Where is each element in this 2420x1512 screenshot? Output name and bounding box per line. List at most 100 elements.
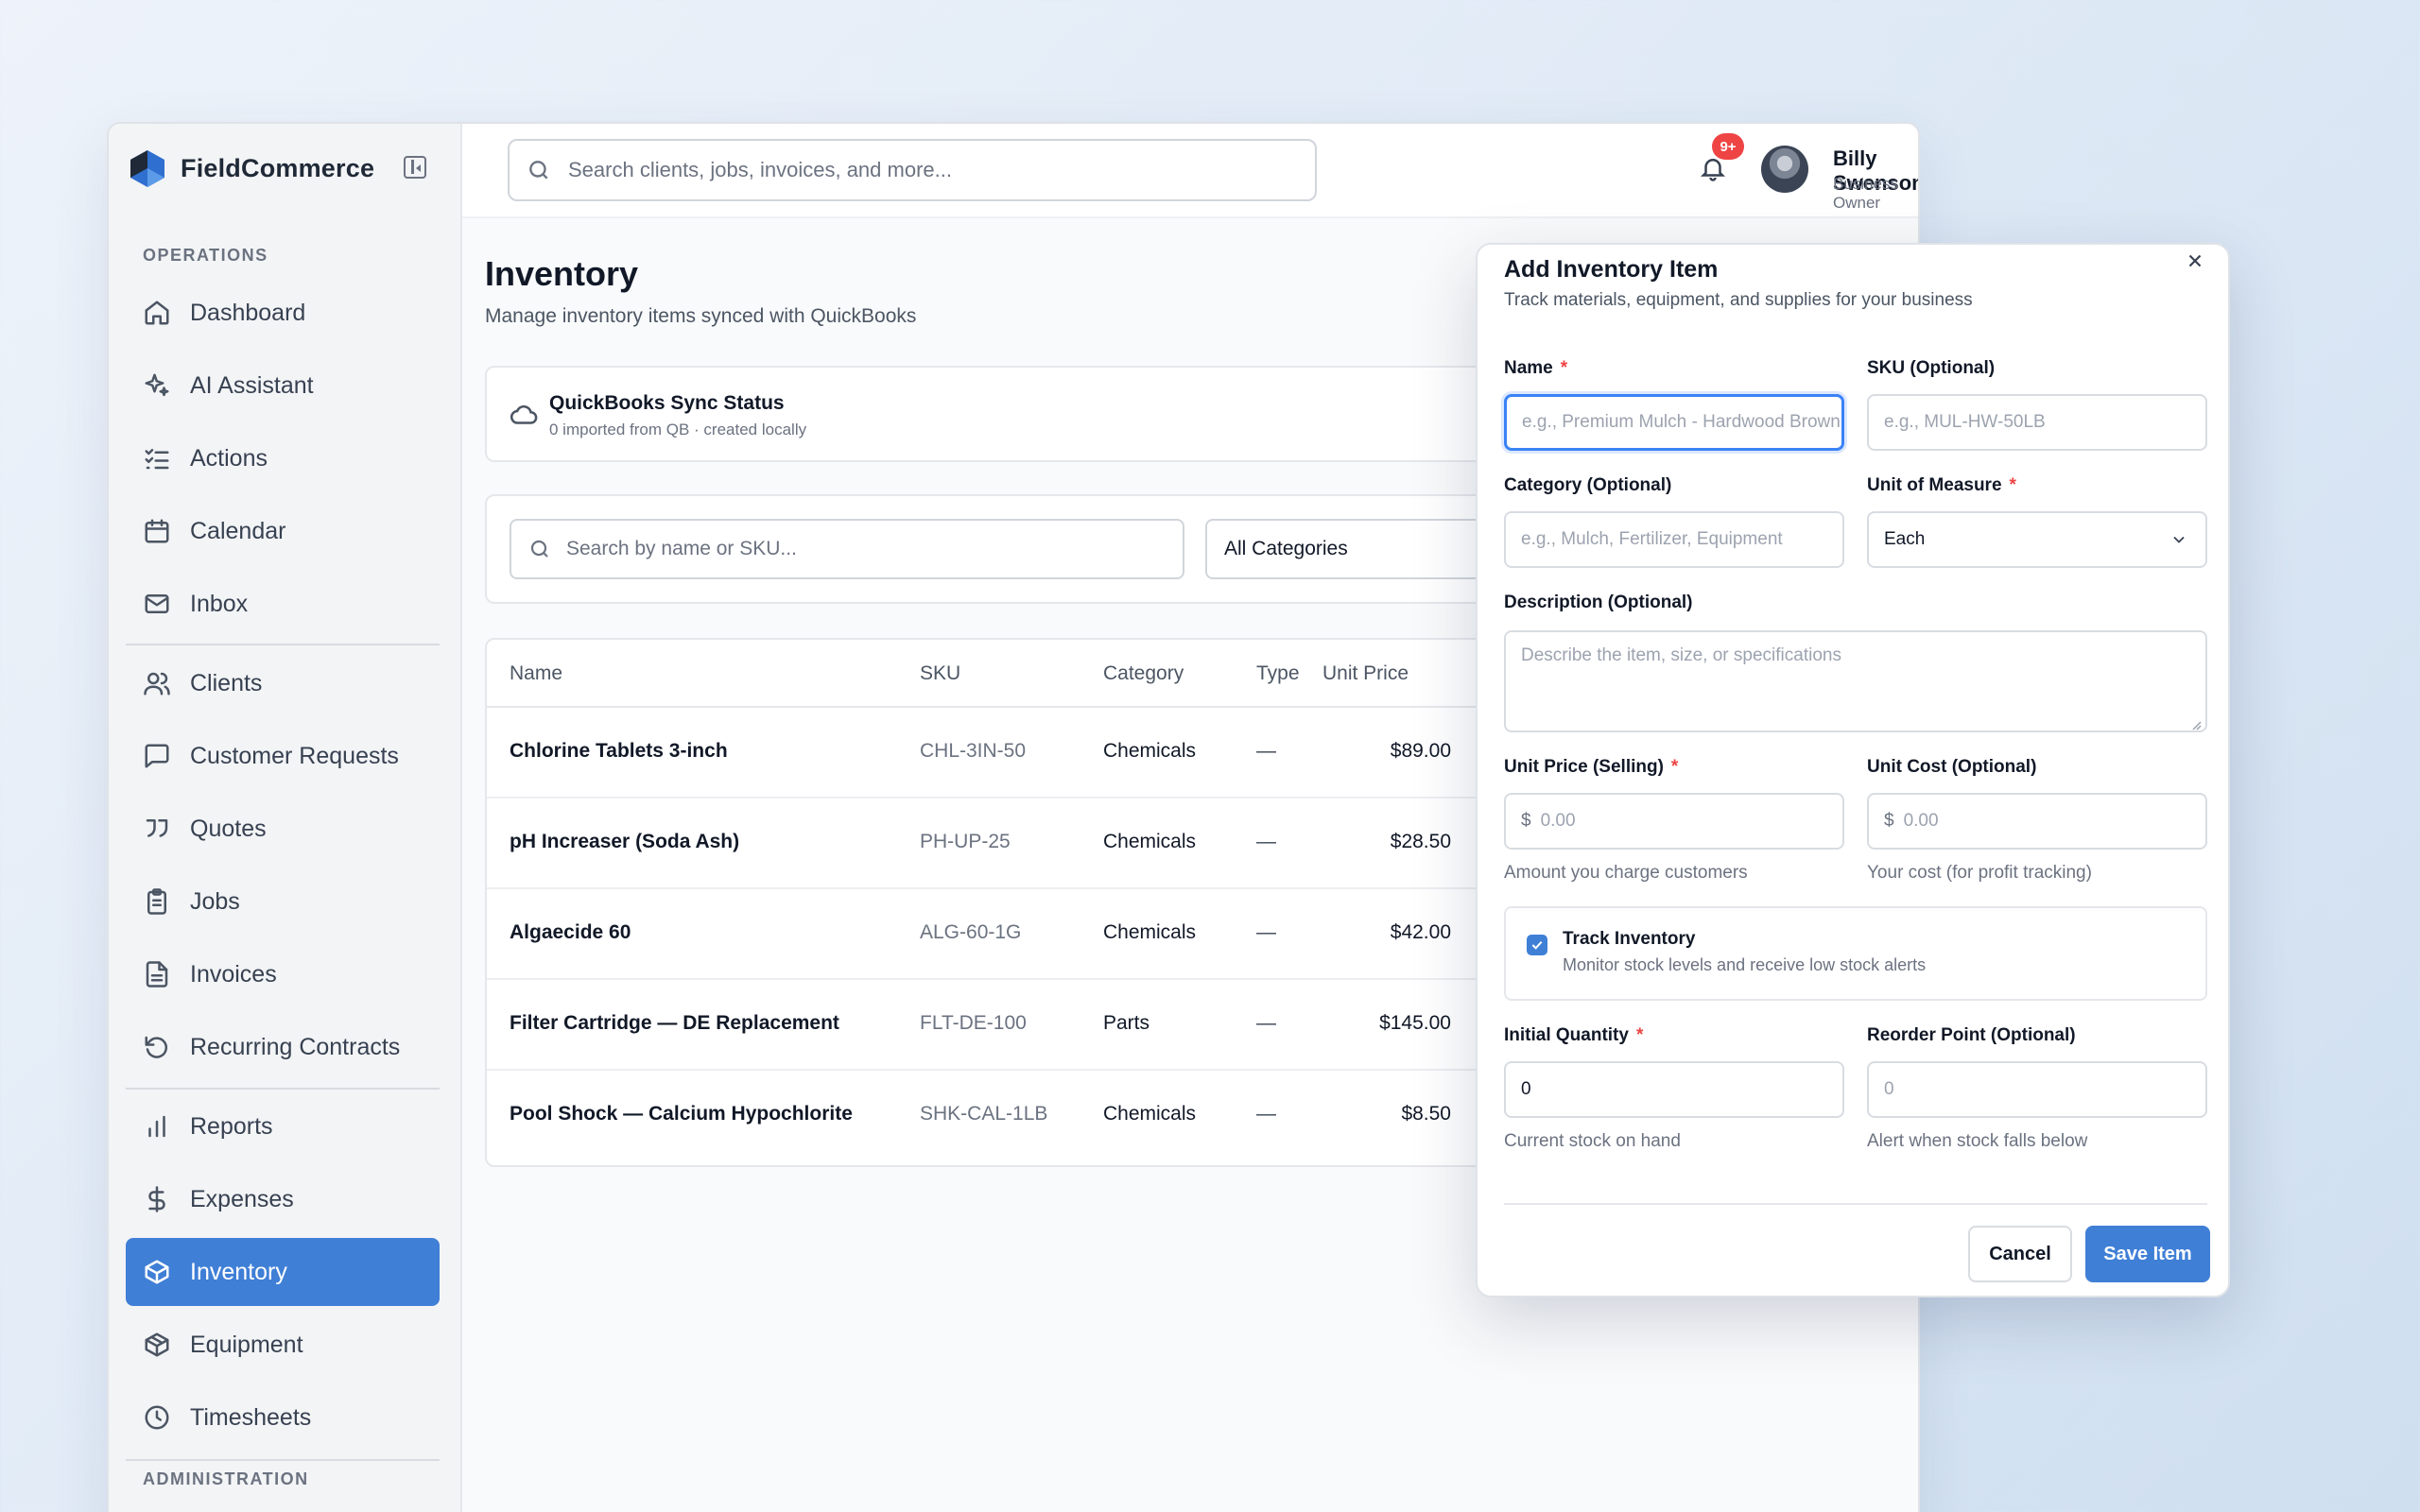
unit-of-measure-label-text: Unit of Measure <box>1867 475 2002 495</box>
sidebar-item-equipment[interactable]: Equipment <box>126 1311 440 1379</box>
inventory-search-input[interactable]: Search by name or SKU... <box>510 519 1184 579</box>
home-icon <box>143 299 171 327</box>
sidebar-item-ai-assistant[interactable]: AI Assistant <box>126 352 440 420</box>
track-inventory-checkbox[interactable] <box>1527 935 1547 955</box>
sidebar-item-jobs[interactable]: Jobs <box>126 868 440 936</box>
unit-cost-hint: Your cost (for profit tracking) <box>1867 863 2092 883</box>
cell-type: — <box>1256 831 1276 852</box>
name-field[interactable]: e.g., Premium Mulch - Hardwood Brown <box>1504 394 1844 451</box>
sidebar-item-label: Inventory <box>190 1258 287 1285</box>
brand-logo-icon <box>130 150 164 187</box>
search-icon <box>529 161 548 180</box>
initial-quantity-field[interactable]: 0 <box>1504 1061 1844 1118</box>
sidebar-item-customer-requests[interactable]: Customer Requests <box>126 722 440 790</box>
global-search-input[interactable]: Search clients, jobs, invoices, and more… <box>508 139 1317 201</box>
sidebar-item-label: Customer Requests <box>190 742 399 769</box>
mail-icon <box>143 590 171 618</box>
sidebar-item-label: Jobs <box>190 887 240 915</box>
reorder-point-hint: Alert when stock falls below <box>1867 1131 2088 1151</box>
sidebar-item-clients[interactable]: Clients <box>126 649 440 717</box>
sidebar-item-label: Timesheets <box>190 1403 312 1431</box>
cell-name: Chlorine Tablets 3-inch <box>510 740 728 762</box>
category-filter-select[interactable]: All Categories <box>1205 519 1508 579</box>
sidebar-divider <box>126 1459 440 1461</box>
sparkles-icon <box>143 371 171 400</box>
sidebar-item-label: Recurring Contracts <box>190 1033 401 1060</box>
column-header-unit-price[interactable]: Unit Price <box>1322 662 1409 685</box>
calendar-icon <box>143 517 171 545</box>
sidebar-item-invoices[interactable]: Invoices <box>126 940 440 1008</box>
description-label: Description (Optional) <box>1504 593 1693 612</box>
sidebar-item-actions[interactable]: Actions <box>126 424 440 492</box>
sidebar-item-recurring-contracts[interactable]: Recurring Contracts <box>126 1013 440 1081</box>
unit-cost-field[interactable]: $ 0.00 <box>1867 793 2207 850</box>
save-item-button[interactable]: Save Item <box>2085 1226 2210 1282</box>
cell-category: Parts <box>1103 1012 1150 1034</box>
column-header-type[interactable]: Type <box>1256 662 1300 685</box>
sidebar: FieldCommerce OPERATIONS Dashboard AI As… <box>109 124 462 1512</box>
topbar: Search clients, jobs, invoices, and more… <box>462 124 1918 218</box>
currency-symbol: $ <box>1884 811 1894 831</box>
sidebar-item-label: Expenses <box>190 1185 294 1212</box>
sidebar-item-label: Dashboard <box>190 299 306 326</box>
sidebar-item-label: Inbox <box>190 590 249 617</box>
sidebar-item-expenses[interactable]: Expenses <box>126 1165 440 1233</box>
sku-field[interactable]: e.g., MUL-HW-50LB <box>1867 394 2207 451</box>
sidebar-item-inventory[interactable]: Inventory <box>126 1238 440 1306</box>
category-field[interactable]: e.g., Mulch, Fertilizer, Equipment <box>1504 511 1844 568</box>
name-label-text: Name <box>1504 358 1553 378</box>
cell-sku: ALG-60-1G <box>920 921 1022 943</box>
sidebar-collapse-icon[interactable] <box>404 156 426 179</box>
description-textarea[interactable]: Describe the item, size, or specificatio… <box>1504 630 2207 732</box>
avatar[interactable] <box>1761 146 1808 193</box>
quote-icon <box>143 815 171 843</box>
required-mark: * <box>2009 475 2016 495</box>
name-placeholder: e.g., Premium Mulch - Hardwood Brown <box>1522 412 1841 432</box>
sidebar-item-calendar[interactable]: Calendar <box>126 497 440 565</box>
cell-unit-price: $89.00 <box>1390 740 1451 762</box>
required-mark: * <box>1670 757 1679 777</box>
cancel-button[interactable]: Cancel <box>1968 1226 2072 1282</box>
cloud-icon <box>510 402 538 430</box>
sku-label: SKU (Optional) <box>1867 358 1996 378</box>
sidebar-item-timesheets[interactable]: Timesheets <box>126 1383 440 1452</box>
nav-section-operations: OPERATIONS <box>143 246 268 265</box>
initial-quantity-value: 0 <box>1521 1079 1531 1099</box>
track-inventory-title[interactable]: Track Inventory <box>1563 929 1695 950</box>
column-header-sku[interactable]: SKU <box>920 662 960 685</box>
nav-section-administration: ADMINISTRATION <box>143 1469 309 1488</box>
brand[interactable]: FieldCommerce <box>128 145 374 192</box>
page-subtitle: Manage inventory items synced with Quick… <box>485 305 917 327</box>
sidebar-item-label: Actions <box>190 444 268 472</box>
column-header-name[interactable]: Name <box>510 662 562 685</box>
cell-unit-price: $42.00 <box>1390 921 1451 943</box>
search-icon <box>530 540 548 558</box>
close-icon[interactable] <box>2185 250 2205 271</box>
resize-handle-icon[interactable] <box>2190 715 2202 730</box>
cell-unit-price: $145.00 <box>1379 1012 1451 1034</box>
users-icon <box>143 669 171 697</box>
sidebar-item-dashboard[interactable]: Dashboard <box>126 279 440 347</box>
sidebar-item-reports[interactable]: Reports <box>126 1092 440 1160</box>
unit-cost-placeholder: 0.00 <box>1903 811 1939 831</box>
reorder-point-field[interactable]: 0 <box>1867 1061 2207 1118</box>
sidebar-divider <box>126 1088 440 1090</box>
user-role: Business Owner <box>1833 175 1898 212</box>
sidebar-item-label: Quotes <box>190 815 267 842</box>
sidebar-divider <box>126 644 440 645</box>
cell-type: — <box>1256 921 1276 943</box>
category-label: Category (Optional) <box>1504 475 1672 495</box>
sync-title: QuickBooks Sync Status <box>549 392 785 414</box>
cell-sku: FLT-DE-100 <box>920 1012 1027 1034</box>
unit-of-measure-select[interactable]: Each <box>1867 511 2207 568</box>
unit-price-field[interactable]: $ 0.00 <box>1504 793 1844 850</box>
sidebar-item-label: Calendar <box>190 517 286 544</box>
currency-symbol: $ <box>1521 811 1531 831</box>
sidebar-item-quotes[interactable]: Quotes <box>126 795 440 863</box>
name-label: Name * <box>1504 358 1567 379</box>
track-inventory-box: Track Inventory Monitor stock levels and… <box>1504 906 2207 1001</box>
sidebar-item-inbox[interactable]: Inbox <box>126 570 440 638</box>
column-header-category[interactable]: Category <box>1103 662 1184 685</box>
cell-type: — <box>1256 740 1276 762</box>
initial-quantity-label-text: Initial Quantity <box>1504 1025 1629 1045</box>
